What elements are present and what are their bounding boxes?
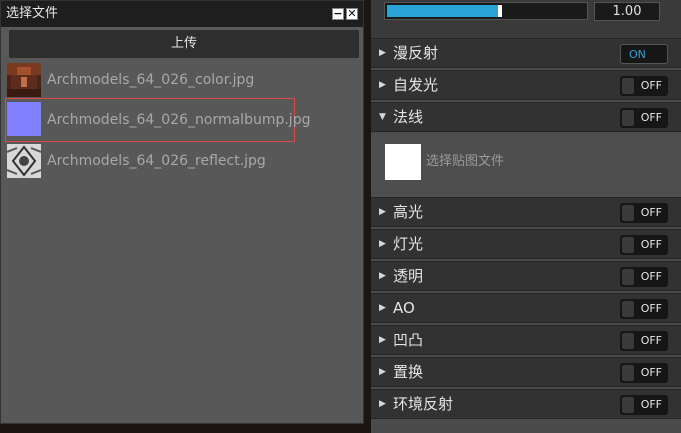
file-item-normalbump[interactable]: Archmodels_64_026_normalbump.jpg xyxy=(5,98,365,142)
normal-map-thumbnail xyxy=(7,102,41,136)
toggle-knob xyxy=(622,237,634,253)
caret-down-icon: ▼ xyxy=(379,112,386,122)
material-panel: 1.00 ▶ 漫反射 ON ▶ 自发光 OFF ▼ 法线 OFF 选择贴图文件 … xyxy=(371,0,681,433)
section-label: 自发光 xyxy=(393,76,439,94)
caret-right-icon: ▶ xyxy=(379,239,386,249)
caret-right-icon: ▶ xyxy=(379,80,386,90)
displacement-toggle[interactable]: OFF xyxy=(620,363,668,383)
section-label: 环境反射 xyxy=(393,395,454,413)
section-label: 法线 xyxy=(393,108,424,126)
light-toggle[interactable]: OFF xyxy=(620,235,668,255)
section-label: 置换 xyxy=(393,363,424,381)
specular-toggle[interactable]: OFF xyxy=(620,203,668,223)
emissive-toggle[interactable]: OFF xyxy=(620,76,668,96)
toggle-state: OFF xyxy=(640,302,662,315)
dialog-titlebar[interactable]: 选择文件 − ✕ xyxy=(1,1,363,27)
toggle-state: OFF xyxy=(640,366,662,379)
normal-texture-slot[interactable] xyxy=(385,144,421,180)
caret-right-icon: ▶ xyxy=(379,367,386,377)
file-select-dialog: 选择文件 − ✕ 上传 Archmodels_64_026_color.jpg … xyxy=(0,0,364,424)
toggle-knob xyxy=(622,78,634,94)
caret-right-icon: ▶ xyxy=(379,48,386,58)
color-texture-thumbnail xyxy=(7,63,41,97)
toggle-knob xyxy=(622,365,634,381)
normal-toggle[interactable]: OFF xyxy=(620,108,668,128)
toggle-state: OFF xyxy=(640,111,662,124)
slider-fill xyxy=(387,5,499,17)
section-environment-reflection[interactable]: ▶ 环境反射 OFF xyxy=(371,389,681,419)
caret-right-icon: ▶ xyxy=(379,335,386,345)
section-label: 漫反射 xyxy=(393,44,439,62)
section-light[interactable]: ▶ 灯光 OFF xyxy=(371,229,681,259)
section-label: 凹凸 xyxy=(393,331,424,349)
section-specular[interactable]: ▶ 高光 OFF xyxy=(371,197,681,227)
caret-right-icon: ▶ xyxy=(379,271,386,281)
toggle-knob xyxy=(622,269,634,285)
transparency-toggle[interactable]: OFF xyxy=(620,267,668,287)
toggle-knob xyxy=(622,397,634,413)
toggle-state: ON xyxy=(629,48,646,61)
intensity-slider-area: 1.00 xyxy=(371,0,681,38)
section-bump[interactable]: ▶ 凹凸 OFF xyxy=(371,325,681,355)
toggle-state: OFF xyxy=(640,398,662,411)
section-diffuse[interactable]: ▶ 漫反射 ON xyxy=(371,38,681,68)
close-icon[interactable]: ✕ xyxy=(346,8,358,20)
caret-right-icon: ▶ xyxy=(379,207,386,217)
section-normal[interactable]: ▼ 法线 OFF xyxy=(371,102,681,132)
section-label: AO xyxy=(393,299,415,317)
section-label: 透明 xyxy=(393,267,424,285)
file-item-reflect[interactable]: Archmodels_64_026_reflect.jpg xyxy=(5,142,365,180)
file-name: Archmodels_64_026_reflect.jpg xyxy=(47,153,266,169)
dialog-title: 选择文件 xyxy=(6,6,59,21)
toggle-knob xyxy=(622,333,634,349)
section-displacement[interactable]: ▶ 置换 OFF xyxy=(371,357,681,387)
file-name: Archmodels_64_026_color.jpg xyxy=(47,72,255,88)
section-label: 高光 xyxy=(393,203,424,221)
file-name: Archmodels_64_026_normalbump.jpg xyxy=(47,112,311,128)
toggle-knob xyxy=(622,301,634,317)
normal-section-body: 选择贴图文件 xyxy=(371,133,681,197)
toggle-knob xyxy=(622,110,634,126)
bump-toggle[interactable]: OFF xyxy=(620,331,668,351)
environment-reflection-toggle[interactable]: OFF xyxy=(620,395,668,415)
toggle-state: OFF xyxy=(640,79,662,92)
upload-button[interactable]: 上传 xyxy=(9,30,359,58)
caret-right-icon: ▶ xyxy=(379,303,386,313)
file-item-color[interactable]: Archmodels_64_026_color.jpg xyxy=(5,61,365,99)
choose-texture-label[interactable]: 选择贴图文件 xyxy=(426,133,504,191)
caret-right-icon: ▶ xyxy=(379,399,386,409)
toggle-state: OFF xyxy=(640,238,662,251)
toggle-state: OFF xyxy=(640,334,662,347)
minimize-icon[interactable]: − xyxy=(332,8,344,20)
diffuse-toggle[interactable]: ON xyxy=(620,44,668,64)
reflect-texture-thumbnail xyxy=(7,144,41,178)
toggle-knob xyxy=(622,205,634,221)
intensity-value-input[interactable]: 1.00 xyxy=(594,2,660,21)
section-transparency[interactable]: ▶ 透明 OFF xyxy=(371,261,681,291)
toggle-state: OFF xyxy=(640,270,662,283)
section-ao[interactable]: ▶ AO OFF xyxy=(371,293,681,323)
ao-toggle[interactable]: OFF xyxy=(620,299,668,319)
slider-knob[interactable] xyxy=(498,5,502,17)
toggle-state: OFF xyxy=(640,206,662,219)
section-label: 灯光 xyxy=(393,235,424,253)
section-emissive[interactable]: ▶ 自发光 OFF xyxy=(371,70,681,100)
intensity-slider[interactable] xyxy=(384,2,588,20)
